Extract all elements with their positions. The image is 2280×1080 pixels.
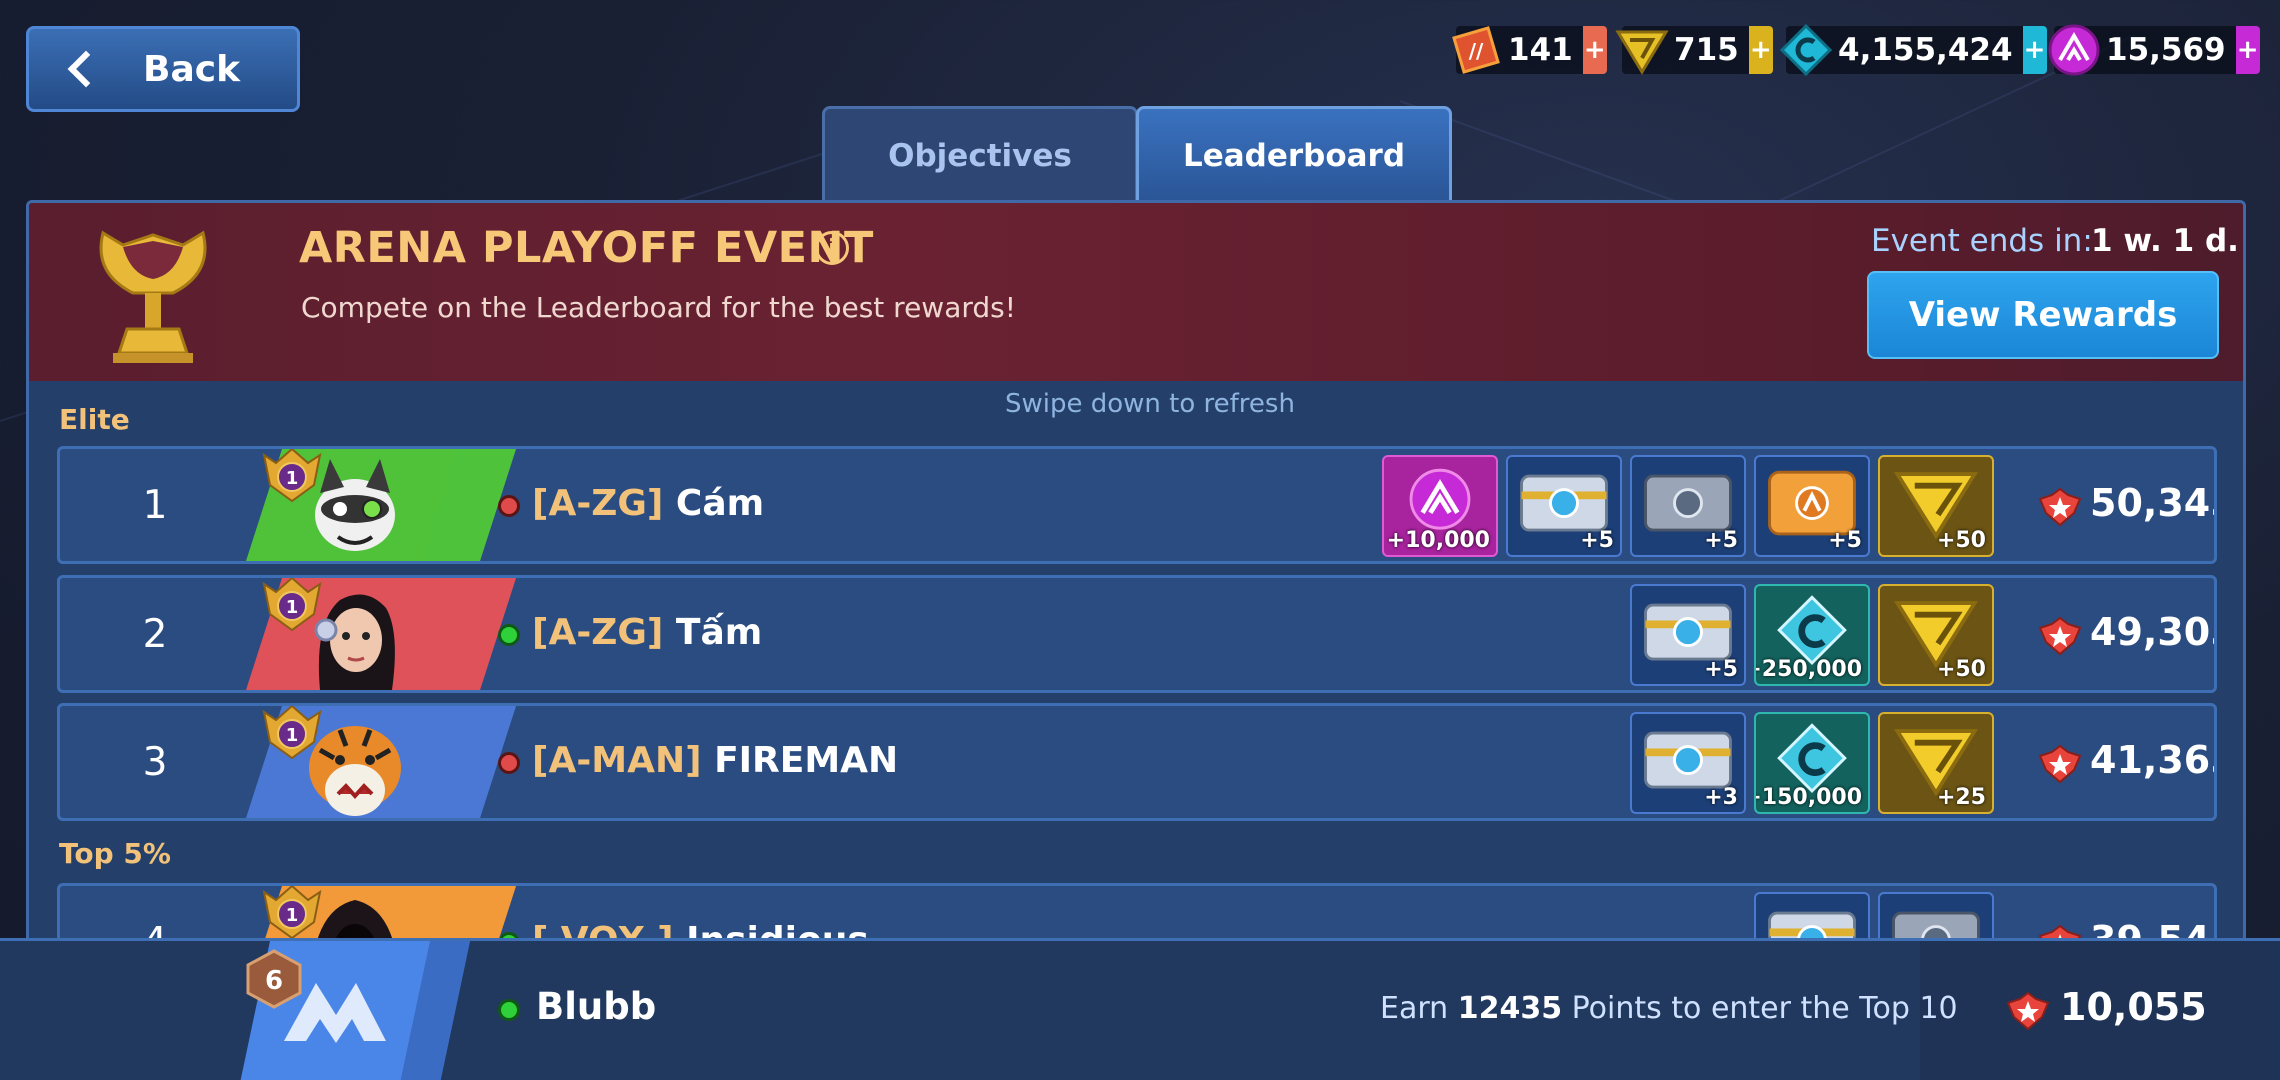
score-crest-icon [2006, 991, 2050, 1031]
reward-amount: +3 [1704, 785, 1738, 810]
alliance-tag: [A-MAN] [532, 740, 715, 781]
currency-tickets: // 141 + [1452, 26, 1607, 74]
alliance-tag: [A-ZG] [532, 612, 676, 653]
info-icon[interactable]: i [815, 231, 849, 265]
add-arena-points-button[interactable]: + [2235, 26, 2260, 74]
rank-number: 1 [142, 482, 168, 528]
add-credits-button[interactable]: + [2022, 26, 2047, 74]
rank-badge-icon: 1 [262, 706, 322, 760]
score-crest-icon [2038, 487, 2082, 527]
rank-badge-icon: 1 [262, 578, 322, 632]
player-name: [A-ZG] Tấm [532, 612, 762, 653]
event-title: ARENA PLAYOFF EVENT [299, 223, 874, 273]
rank-badge-icon: 1 [262, 449, 322, 503]
currency-gold-shields: 715 + [1615, 26, 1773, 75]
my-score: 10,055 [2060, 985, 2207, 1029]
reward-amount: +5 [1580, 528, 1614, 553]
event-banner: ARENA PLAYOFF EVENT i Compete on the Lea… [29, 203, 2243, 381]
my-online-status-icon [498, 999, 520, 1021]
tab-objectives[interactable]: Objectives [822, 106, 1138, 202]
hint-points: 12435 [1457, 991, 1563, 1026]
player-score: 50,345 [2090, 481, 2214, 525]
swipe-hint: Swipe down to refresh [1005, 389, 1295, 419]
alliance-tag: [A-ZG] [532, 483, 676, 524]
player-nickname: Tấm [675, 612, 763, 653]
reward-orange-crate[interactable]: +5 [1754, 455, 1870, 557]
currency-arena-points: 15,569 + [2048, 24, 2260, 76]
offline-status-icon [498, 495, 520, 517]
leaderboard-row[interactable]: 3 1 [A-MAN] FIREMAN +3 +150,000 +25 41,365 [57, 703, 2217, 821]
reward-credits[interactable]: +250,000 [1754, 584, 1870, 686]
reward-amount: +10,000 [1386, 528, 1490, 553]
event-ends-label: Event ends in: [1871, 223, 2093, 259]
leaderboard-row[interactable]: 1 1 [A-ZG] Cám +10,000 +5 +5 +5 +50 50,345 [57, 446, 2217, 564]
reward-amount: +150,000 [1754, 785, 1862, 810]
reward-amount: +5 [1704, 528, 1738, 553]
back-button[interactable]: Back [26, 26, 300, 112]
svg-text://: // [1469, 39, 1484, 63]
player-score: 49,305 [2090, 610, 2214, 654]
credits-icon [1779, 23, 1833, 77]
rank-badge-icon: 1 [262, 886, 322, 940]
top10-hint: Earn 12435 Points to enter the Top 10 [1380, 991, 1958, 1026]
my-entry-bar: 6 Blubb Earn 12435 Points to enter the T… [0, 938, 2280, 1080]
score-crest-icon [2038, 744, 2082, 784]
rank-number: 2 [142, 611, 168, 657]
reward-amount: +50 [1936, 657, 1986, 682]
event-ends-value: 1 w. 1 d. [2091, 223, 2239, 259]
reward-gold-shield[interactable]: +25 [1878, 712, 1994, 814]
reward-arena-points[interactable]: +10,000 [1382, 455, 1498, 557]
reward-silver-crate[interactable]: +5 [1630, 455, 1746, 557]
add-tickets-button[interactable]: + [1582, 26, 1607, 74]
hint-suffix: Points to enter the Top 10 [1571, 991, 1958, 1026]
add-gold-shields-button[interactable]: + [1748, 26, 1773, 74]
chevron-left-icon [67, 50, 105, 88]
badge-number: 1 [286, 597, 299, 618]
my-rank-badge: 6 [246, 949, 302, 1009]
player-name: [A-ZG] Cám [532, 483, 764, 524]
event-subtitle: Compete on the Leaderboard for the best … [301, 291, 1016, 324]
ticket-icon: // [1452, 26, 1500, 74]
badge-number: 1 [286, 468, 299, 489]
my-badge-number: 6 [265, 966, 283, 996]
reward-blue-crate[interactable]: +5 [1506, 455, 1622, 557]
reward-credits[interactable]: +150,000 [1754, 712, 1870, 814]
online-status-icon [498, 624, 520, 646]
reward-blue-crate[interactable]: +3 [1630, 712, 1746, 814]
player-name: [A-MAN] FIREMAN [532, 740, 898, 781]
badge-number: 1 [286, 725, 299, 746]
badge-number: 1 [286, 905, 299, 926]
reward-amount: +50 [1936, 528, 1986, 553]
reward-gold-shield[interactable]: +50 [1878, 584, 1994, 686]
reward-amount: +25 [1936, 785, 1986, 810]
reward-amount: +5 [1828, 528, 1862, 553]
reward-gold-shield[interactable]: +50 [1878, 455, 1994, 557]
player-nickname: FIREMAN [714, 740, 899, 781]
trophy-icon [99, 230, 207, 363]
gold-shield-icon [1615, 30, 1669, 75]
reward-amount: +5 [1704, 657, 1738, 682]
hint-prefix: Earn [1380, 991, 1449, 1026]
section-elite: Elite [59, 403, 130, 436]
arena-points-icon [2048, 24, 2100, 76]
leaderboard-row[interactable]: 2 1 [A-ZG] Tấm +5 +250,000 +50 49,305 [57, 575, 2217, 693]
offline-status-icon [498, 752, 520, 774]
back-label: Back [143, 48, 241, 90]
score-crest-icon [2038, 616, 2082, 656]
my-name: Blubb [536, 985, 657, 1028]
tab-leaderboard[interactable]: Leaderboard [1136, 106, 1452, 202]
currency-credits: 4,155,424 + [1779, 23, 2047, 77]
reward-blue-crate[interactable]: +5 [1630, 584, 1746, 686]
reward-amount: +250,000 [1754, 657, 1862, 682]
section-top5: Top 5% [59, 837, 171, 870]
view-rewards-button[interactable]: View Rewards [1867, 271, 2219, 359]
player-score: 41,365 [2090, 738, 2214, 782]
rank-number: 3 [142, 739, 168, 785]
player-nickname: Cám [675, 483, 765, 524]
